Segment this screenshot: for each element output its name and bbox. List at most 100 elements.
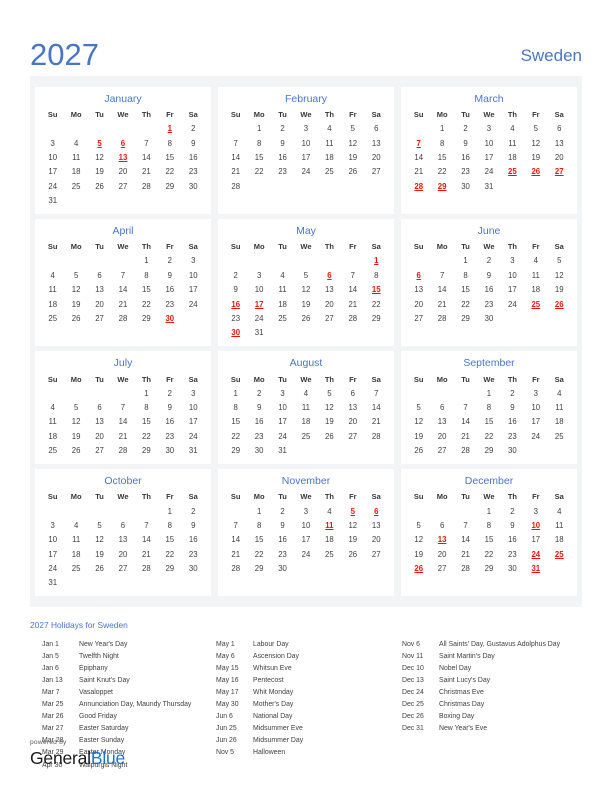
day-cell[interactable]: 22	[477, 547, 500, 561]
day-cell[interactable]: 4	[41, 268, 64, 282]
day-cell[interactable]: 18	[41, 297, 64, 311]
day-cell[interactable]: 29	[224, 444, 247, 458]
day-cell[interactable]: 27	[318, 311, 341, 325]
day-cell[interactable]: 19	[88, 165, 111, 179]
day-cell[interactable]: 21	[135, 547, 158, 561]
day-cell[interactable]: 21	[224, 165, 247, 179]
day-cell[interactable]: 11	[548, 518, 571, 532]
day-cell[interactable]: 10	[501, 268, 524, 282]
day-cell[interactable]: 8	[135, 400, 158, 414]
day-cell[interactable]: 1	[224, 386, 247, 400]
day-cell[interactable]: 22	[135, 297, 158, 311]
day-cell[interactable]: 23	[182, 165, 205, 179]
day-cell[interactable]: 17	[524, 415, 547, 429]
day-cell[interactable]: 19	[318, 415, 341, 429]
day-cell[interactable]: 26	[318, 429, 341, 443]
day-cell[interactable]: 26	[341, 547, 364, 561]
day-cell[interactable]: 22	[135, 429, 158, 443]
day-cell[interactable]: 13	[365, 518, 388, 532]
day-cell[interactable]: 25	[64, 179, 87, 193]
day-cell-holiday[interactable]: 1	[365, 254, 388, 268]
day-cell[interactable]: 17	[182, 415, 205, 429]
day-cell[interactable]: 17	[524, 533, 547, 547]
day-cell[interactable]: 29	[365, 311, 388, 325]
day-cell[interactable]: 23	[271, 547, 294, 561]
day-cell[interactable]: 28	[111, 311, 134, 325]
day-cell[interactable]: 15	[454, 283, 477, 297]
day-cell-holiday[interactable]: 11	[318, 518, 341, 532]
day-cell[interactable]: 4	[64, 136, 87, 150]
day-cell[interactable]: 27	[341, 429, 364, 443]
day-cell[interactable]: 12	[64, 415, 87, 429]
day-cell[interactable]: 16	[271, 533, 294, 547]
day-cell[interactable]: 15	[158, 533, 181, 547]
day-cell[interactable]: 11	[501, 136, 524, 150]
day-cell[interactable]: 20	[407, 297, 430, 311]
day-cell[interactable]: 3	[271, 386, 294, 400]
day-cell[interactable]: 18	[524, 283, 547, 297]
day-cell[interactable]: 15	[247, 533, 270, 547]
day-cell[interactable]: 7	[430, 268, 453, 282]
day-cell[interactable]: 30	[247, 444, 270, 458]
day-cell[interactable]: 18	[64, 165, 87, 179]
day-cell[interactable]: 25	[64, 561, 87, 575]
day-cell[interactable]: 7	[224, 136, 247, 150]
day-cell[interactable]: 4	[548, 386, 571, 400]
day-cell[interactable]: 16	[158, 415, 181, 429]
day-cell[interactable]: 22	[247, 547, 270, 561]
day-cell[interactable]: 19	[341, 533, 364, 547]
day-cell[interactable]: 14	[111, 415, 134, 429]
day-cell[interactable]: 21	[135, 165, 158, 179]
day-cell[interactable]: 18	[294, 415, 317, 429]
day-cell[interactable]: 12	[548, 268, 571, 282]
day-cell-holiday[interactable]: 10	[524, 518, 547, 532]
day-cell[interactable]: 14	[407, 150, 430, 164]
day-cell-holiday[interactable]: 7	[407, 136, 430, 150]
day-cell[interactable]: 4	[64, 518, 87, 532]
day-cell-holiday[interactable]: 15	[365, 283, 388, 297]
day-cell[interactable]: 1	[247, 504, 270, 518]
day-cell[interactable]: 12	[341, 136, 364, 150]
day-cell[interactable]: 1	[477, 386, 500, 400]
day-cell[interactable]: 8	[158, 136, 181, 150]
day-cell[interactable]: 24	[501, 297, 524, 311]
day-cell[interactable]: 13	[111, 533, 134, 547]
day-cell[interactable]: 23	[501, 429, 524, 443]
day-cell[interactable]: 7	[135, 518, 158, 532]
day-cell[interactable]: 13	[430, 415, 453, 429]
day-cell[interactable]: 8	[477, 400, 500, 414]
day-cell[interactable]: 26	[88, 561, 111, 575]
day-cell[interactable]: 28	[135, 179, 158, 193]
day-cell[interactable]: 10	[271, 400, 294, 414]
day-cell[interactable]: 21	[365, 415, 388, 429]
day-cell[interactable]: 28	[365, 429, 388, 443]
day-cell[interactable]: 2	[158, 254, 181, 268]
day-cell[interactable]: 16	[247, 415, 270, 429]
day-cell[interactable]: 29	[247, 561, 270, 575]
day-cell-holiday[interactable]: 13	[111, 150, 134, 164]
day-cell[interactable]: 17	[182, 283, 205, 297]
day-cell[interactable]: 30	[501, 561, 524, 575]
day-cell[interactable]: 29	[158, 561, 181, 575]
day-cell[interactable]: 20	[548, 150, 571, 164]
day-cell[interactable]: 22	[158, 547, 181, 561]
day-cell[interactable]: 7	[454, 400, 477, 414]
day-cell[interactable]: 13	[407, 283, 430, 297]
day-cell[interactable]: 10	[477, 136, 500, 150]
day-cell[interactable]: 11	[524, 268, 547, 282]
day-cell[interactable]: 27	[111, 561, 134, 575]
day-cell[interactable]: 2	[158, 386, 181, 400]
day-cell-holiday[interactable]: 24	[524, 547, 547, 561]
day-cell[interactable]: 3	[524, 504, 547, 518]
day-cell[interactable]: 25	[271, 311, 294, 325]
day-cell[interactable]: 28	[111, 444, 134, 458]
day-cell[interactable]: 27	[430, 444, 453, 458]
day-cell[interactable]: 14	[224, 150, 247, 164]
day-cell[interactable]: 25	[548, 429, 571, 443]
day-cell[interactable]: 24	[477, 165, 500, 179]
day-cell[interactable]: 5	[407, 518, 430, 532]
day-cell-holiday[interactable]: 6	[407, 268, 430, 282]
day-cell[interactable]: 29	[454, 311, 477, 325]
day-cell[interactable]: 8	[477, 518, 500, 532]
day-cell[interactable]: 2	[182, 122, 205, 136]
